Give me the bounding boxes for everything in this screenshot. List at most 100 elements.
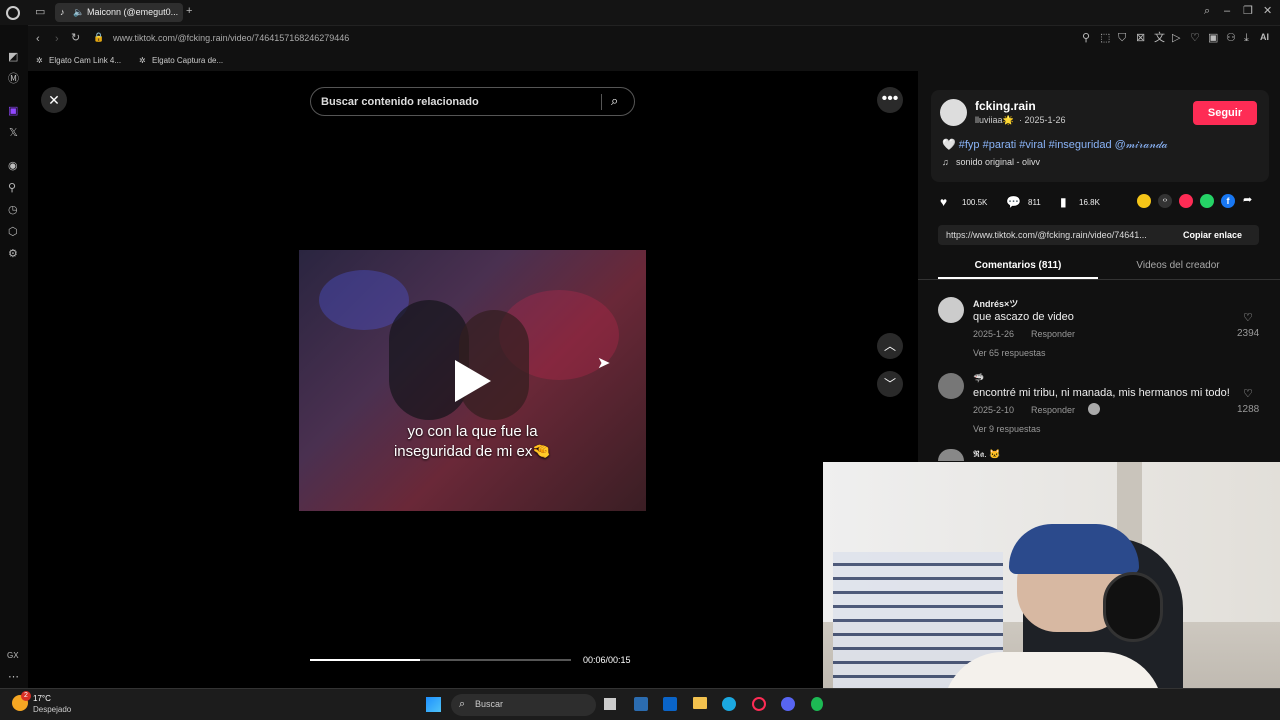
store-icon[interactable]	[634, 697, 648, 711]
more-options-icon[interactable]: •••	[877, 87, 903, 113]
video-frame[interactable]: yo con la que fue la inseguridad de mi e…	[299, 250, 646, 511]
comment-like-icon[interactable]: ♡	[1243, 387, 1253, 400]
related-search-box[interactable]: Buscar contenido relacionado ⌕	[310, 87, 635, 116]
comment-user[interactable]: 𝕽𝖆. 🐱	[973, 449, 1000, 460]
account-icon[interactable]: ⚇	[1226, 33, 1236, 44]
coin-icon[interactable]	[1137, 194, 1151, 208]
player-sidebar-icon[interactable]: ◉	[8, 161, 18, 172]
minimize-icon[interactable]: –	[1224, 6, 1230, 17]
view-replies[interactable]: Ver 65 respuestas	[973, 348, 1046, 358]
wallet-icon[interactable]: ▣	[1208, 33, 1218, 44]
new-tab-icon[interactable]: +	[186, 6, 192, 17]
spotify-icon[interactable]	[811, 697, 823, 711]
avatar[interactable]	[938, 373, 964, 399]
embed-icon[interactable]: ‹›	[1158, 194, 1172, 208]
browser-tab-bar: ▭ ♪ 🔈 Maiconn (@emegut0... + ⌕ – ❐ ✕	[0, 0, 1280, 25]
reload-icon[interactable]: ↻	[71, 33, 80, 44]
pin-icon[interactable]: ⚲	[1082, 33, 1090, 44]
opera-logo-icon[interactable]	[6, 6, 20, 20]
opera-gx-icon[interactable]	[752, 697, 766, 711]
gx-label[interactable]: GX	[7, 652, 19, 660]
share-icon[interactable]: ➦	[1243, 193, 1252, 206]
sound-name[interactable]: sonido original - olivv	[956, 157, 1040, 167]
speaker-icon[interactable]: 🔈	[73, 7, 84, 18]
comment-like-icon[interactable]: ♡	[1243, 311, 1253, 324]
play-icon[interactable]	[455, 360, 491, 402]
player-icon[interactable]: ▷	[1172, 33, 1180, 44]
avatar[interactable]	[940, 99, 967, 126]
reply-button[interactable]: Responder	[1031, 405, 1075, 415]
task-view-icon[interactable]	[604, 698, 616, 710]
progress-track[interactable]	[310, 659, 571, 661]
search-icon[interactable]: ⌕	[611, 93, 618, 109]
follow-button[interactable]: Seguir	[1193, 101, 1257, 125]
bookmark-captura[interactable]: Elgato Captura de...	[152, 56, 223, 65]
history-icon[interactable]: ◷	[8, 205, 18, 216]
settings-icon[interactable]: ⚙	[8, 249, 18, 260]
avatar[interactable]	[938, 297, 964, 323]
display-name: lluviiaa🌟	[975, 115, 1014, 125]
tab-divider	[918, 279, 1280, 280]
send-icon[interactable]	[1179, 194, 1193, 208]
copy-link-button[interactable]: Copiar enlace	[1183, 230, 1242, 240]
close-window-icon[interactable]: ✕	[1263, 6, 1272, 17]
facebook-icon[interactable]: f	[1221, 194, 1235, 208]
bookmark-camlink[interactable]: Elgato Cam Link 4...	[49, 56, 121, 65]
shield-icon[interactable]: ⛉	[1118, 33, 1126, 44]
search-icon: ⌕	[459, 698, 466, 710]
comment-user[interactable]: Andrés×ツ	[973, 297, 1018, 310]
temperature: 17°C	[33, 694, 51, 703]
avatar[interactable]	[938, 449, 964, 461]
comment-icon[interactable]: 💬	[1006, 195, 1021, 209]
comment-text: encontré mi tribu, ni manada, mis herman…	[973, 387, 1230, 399]
twitch-icon[interactable]: ▣	[8, 106, 18, 117]
heart-icon[interactable]: ♡	[1190, 33, 1200, 44]
active-tab[interactable]: ♪ 🔈 Maiconn (@emegut0...	[55, 3, 183, 22]
aria-icon[interactable]: ◩	[8, 52, 18, 63]
post-description[interactable]: 🤍 #fyp #parati #viral #inseguridad @𝓂𝒾𝓇𝒶…	[942, 138, 1168, 152]
search-tabs-icon[interactable]: ⌕	[1204, 6, 1210, 17]
prev-video-icon[interactable]: ︿	[877, 333, 903, 359]
x-icon[interactable]: 𝕏	[9, 128, 18, 139]
url-field[interactable]: www.tiktok.com/@fcking.rain/video/746415…	[113, 33, 349, 43]
like-icon[interactable]: ♥	[940, 195, 947, 209]
view-replies[interactable]: Ver 9 respuestas	[973, 424, 1041, 434]
translate-icon[interactable]: 文	[1154, 33, 1165, 44]
more-icon[interactable]: ⋯	[8, 672, 19, 683]
taskbar-search[interactable]: ⌕ Buscar	[451, 694, 596, 716]
share-url[interactable]: https://www.tiktok.com/@fcking.rain/vide…	[946, 230, 1147, 240]
restore-icon[interactable]: ❐	[1243, 6, 1253, 17]
whatsapp-icon[interactable]	[1200, 194, 1214, 208]
lock-icon: 🔒	[93, 32, 105, 42]
comment-count: 811	[1028, 198, 1041, 207]
bookmark-icon[interactable]: ▮	[1060, 195, 1067, 209]
progress-fill	[310, 659, 420, 661]
video-player[interactable]: Buscar contenido relacionado ⌕ yo con la…	[299, 71, 646, 688]
tab-island-icon[interactable]: ▭	[35, 7, 45, 18]
discord-icon[interactable]	[781, 697, 795, 711]
next-video-icon[interactable]: ﹀	[877, 371, 903, 397]
webcam-overlay	[823, 462, 1280, 720]
bookmarks-bar: ✲ Elgato Cam Link 4... ✲ Elgato Captura …	[28, 51, 1280, 71]
extensions-icon[interactable]: ⬡	[8, 227, 18, 238]
windows-start-icon[interactable]	[426, 697, 441, 712]
back-icon[interactable]: ‹	[36, 34, 40, 45]
tab-creator-videos[interactable]: Videos del creador	[1098, 260, 1258, 271]
address-bar: ‹ › ↻ 🔒 www.tiktok.com/@fcking.rain/vide…	[28, 25, 1280, 51]
pinboard-icon[interactable]: ⚲	[8, 183, 16, 194]
messenger-icon[interactable]: Ⓜ	[8, 74, 19, 85]
ai-button[interactable]: AI	[1260, 33, 1269, 42]
comment-user[interactable]: 🦈	[973, 373, 984, 384]
headphones	[1103, 572, 1163, 642]
vpn-icon[interactable]: ⊠	[1136, 33, 1145, 44]
edge-icon[interactable]	[722, 697, 736, 711]
forward-icon[interactable]: ›	[55, 34, 59, 45]
close-video-button[interactable]: ✕	[41, 87, 67, 113]
outlook-icon[interactable]	[663, 697, 677, 711]
file-explorer-icon[interactable]	[693, 697, 707, 709]
username[interactable]: fcking.rain	[975, 99, 1036, 113]
tab-comments[interactable]: Comentarios (811)	[938, 260, 1098, 271]
download-icon[interactable]: ⤓	[1244, 33, 1249, 44]
reply-button[interactable]: Responder	[1031, 329, 1075, 339]
snapshot-icon[interactable]: ⬚	[1100, 33, 1110, 44]
